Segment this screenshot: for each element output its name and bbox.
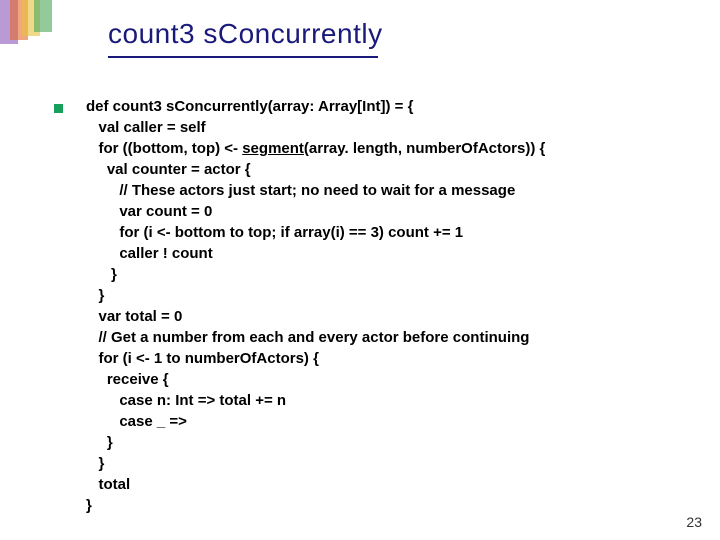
bullet-square — [54, 104, 63, 113]
code-line: val caller = self — [86, 119, 206, 136]
code-line: } — [86, 434, 113, 451]
code-line: for (i <- 1 to numberOfActors) { — [86, 350, 319, 367]
code-line: // Get a number from each and every acto… — [86, 329, 529, 346]
page-number: 23 — [686, 514, 702, 530]
code-line: (array. length, numberOfActors)) { — [304, 140, 545, 157]
slide-title: count3 sConcurrently — [108, 18, 383, 50]
code-line: // These actors just start; no need to w… — [86, 182, 515, 199]
code-line: } — [86, 497, 92, 514]
code-line: for (i <- bottom to top; if array(i) == … — [86, 224, 463, 241]
code-line: } — [86, 455, 104, 472]
code-line: caller ! count — [86, 245, 213, 262]
code-underlined: segment — [242, 140, 304, 157]
code-line: var total = 0 — [86, 308, 182, 325]
title-underline — [108, 56, 378, 58]
corner-decoration — [0, 0, 52, 44]
code-line: def count3 sConcurrently(array: Array[In… — [86, 98, 413, 115]
code-block: def count3 sConcurrently(array: Array[In… — [86, 96, 545, 516]
code-line: val counter = actor { — [86, 161, 251, 178]
code-line: } — [86, 287, 104, 304]
code-line: case _ => — [86, 413, 187, 430]
code-line: total — [86, 476, 130, 493]
code-line: var count = 0 — [86, 203, 212, 220]
code-line: } — [86, 266, 117, 283]
code-line: case n: Int => total += n — [86, 392, 286, 409]
code-line: for ((bottom, top) <- — [86, 140, 242, 157]
code-line: receive { — [86, 371, 169, 388]
